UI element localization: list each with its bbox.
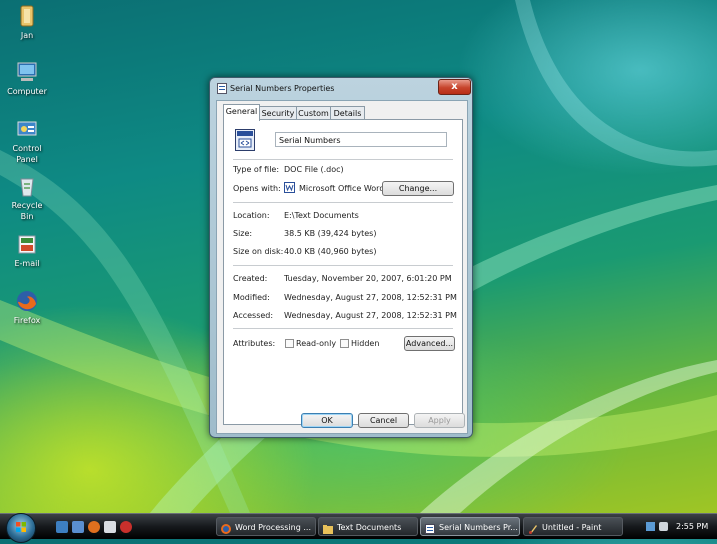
desktop-icon-label: Jan bbox=[20, 31, 34, 40]
accessed-label: Accessed: bbox=[233, 311, 274, 320]
general-panel: Serial Numbers Type of file: DOC File (.… bbox=[223, 119, 463, 425]
dialog-client-area: General Security Custom Details Serial N… bbox=[216, 100, 468, 434]
divider bbox=[233, 202, 453, 203]
network-icon[interactable] bbox=[646, 522, 655, 531]
accessed-value: Wednesday, August 27, 2008, 12:52:31 PM bbox=[284, 311, 457, 320]
firefox-quicklaunch-icon[interactable] bbox=[88, 521, 100, 533]
attributes-label: Attributes: bbox=[233, 339, 276, 348]
user-folder-icon bbox=[15, 4, 39, 28]
location-label: Location: bbox=[233, 211, 270, 220]
desktop-icon-email[interactable]: E-mail bbox=[4, 232, 50, 269]
taskbar: Word Processing ... Text Documents Seria… bbox=[0, 513, 717, 543]
desktop-icon-recycle-bin[interactable]: Recycle Bin bbox=[4, 174, 50, 222]
tab-security[interactable]: Security bbox=[259, 106, 297, 120]
hidden-checkbox[interactable] bbox=[340, 339, 349, 348]
desktop-icon-label: E-mail bbox=[14, 259, 40, 268]
word-document-icon bbox=[235, 129, 255, 151]
word-app-icon bbox=[284, 182, 295, 193]
desktop-icon-label: Recycle Bin bbox=[11, 201, 43, 221]
size-label: Size: bbox=[233, 229, 253, 238]
type-label: Type of file: bbox=[233, 165, 280, 174]
created-label: Created: bbox=[233, 274, 268, 283]
control-panel-icon bbox=[15, 117, 39, 141]
clock[interactable]: 2:55 PM bbox=[676, 522, 708, 531]
show-desktop-icon[interactable] bbox=[56, 521, 68, 533]
hidden-label: Hidden bbox=[351, 339, 380, 348]
created-value: Tuesday, November 20, 2007, 6:01:20 PM bbox=[284, 274, 452, 283]
close-button[interactable]: x bbox=[438, 79, 471, 95]
volume-icon[interactable] bbox=[659, 522, 668, 531]
properties-window: Serial Numbers Properties x General Secu… bbox=[209, 77, 473, 438]
folder-icon bbox=[323, 522, 333, 534]
divider bbox=[233, 265, 453, 266]
desktop-icon-firefox[interactable]: Firefox bbox=[4, 289, 50, 326]
file-name-field[interactable]: Serial Numbers bbox=[275, 132, 447, 147]
task-label: Untitled - Paint bbox=[542, 523, 602, 532]
opens-with-value: Microsoft Office Word 2 bbox=[299, 184, 393, 193]
paint-icon bbox=[528, 522, 538, 534]
task-label: Word Processing ... bbox=[235, 523, 311, 532]
desktop-icon-user-folder[interactable]: Jan bbox=[4, 4, 50, 41]
divider bbox=[233, 159, 453, 160]
desktop-icon-computer[interactable]: Computer bbox=[4, 60, 50, 97]
taskbar-button-word-processing[interactable]: Word Processing ... bbox=[216, 517, 316, 536]
tab-custom[interactable]: Custom bbox=[296, 106, 331, 120]
change-button[interactable]: Change... bbox=[382, 181, 454, 196]
taskbar-button-serial-numbers[interactable]: Serial Numbers Pr... bbox=[420, 517, 520, 536]
email-icon bbox=[15, 232, 39, 256]
start-button[interactable] bbox=[6, 513, 36, 543]
ok-button[interactable]: OK bbox=[301, 413, 353, 428]
task-label: Text Documents bbox=[337, 523, 402, 532]
divider bbox=[233, 328, 453, 329]
recycle-bin-icon bbox=[15, 174, 39, 198]
email-quicklaunch-icon[interactable] bbox=[104, 521, 116, 533]
size-on-disk-value: 40.0 KB (40,960 bytes) bbox=[284, 247, 377, 256]
switch-windows-icon[interactable] bbox=[72, 521, 84, 533]
read-only-label: Read-only bbox=[296, 339, 337, 348]
firefox-icon bbox=[15, 289, 39, 313]
window-title: Serial Numbers Properties bbox=[230, 84, 335, 93]
modified-label: Modified: bbox=[233, 293, 270, 302]
opens-with-label: Opens with: bbox=[233, 184, 281, 193]
desktop-icon-label: Firefox bbox=[13, 316, 41, 325]
location-value: E:\Text Documents bbox=[284, 211, 359, 220]
document-icon bbox=[217, 83, 227, 94]
properties-icon bbox=[425, 522, 435, 534]
desktop-icon-label: Control Panel bbox=[12, 144, 42, 164]
firefox-icon bbox=[221, 522, 231, 534]
type-value: DOC File (.doc) bbox=[284, 165, 344, 174]
read-only-checkbox[interactable] bbox=[285, 339, 294, 348]
tab-details[interactable]: Details bbox=[330, 106, 365, 120]
apply-button[interactable]: Apply bbox=[414, 413, 465, 428]
tab-general[interactable]: General bbox=[223, 104, 260, 121]
taskbar-button-paint[interactable]: Untitled - Paint bbox=[523, 517, 623, 536]
cancel-button[interactable]: Cancel bbox=[358, 413, 409, 428]
computer-icon bbox=[15, 60, 39, 84]
modified-value: Wednesday, August 27, 2008, 12:52:31 PM bbox=[284, 293, 457, 302]
app-quicklaunch-icon[interactable] bbox=[120, 521, 132, 533]
task-label: Serial Numbers Pr... bbox=[439, 523, 518, 532]
size-on-disk-label: Size on disk: bbox=[233, 247, 284, 256]
size-value: 38.5 KB (39,424 bytes) bbox=[284, 229, 377, 238]
taskbar-button-text-documents[interactable]: Text Documents bbox=[318, 517, 418, 536]
desktop-icon-label: Computer bbox=[7, 87, 47, 96]
desktop-icon-control-panel[interactable]: Control Panel bbox=[4, 117, 50, 165]
window-titlebar[interactable]: Serial Numbers Properties x bbox=[210, 78, 472, 98]
advanced-button[interactable]: Advanced... bbox=[404, 336, 455, 351]
